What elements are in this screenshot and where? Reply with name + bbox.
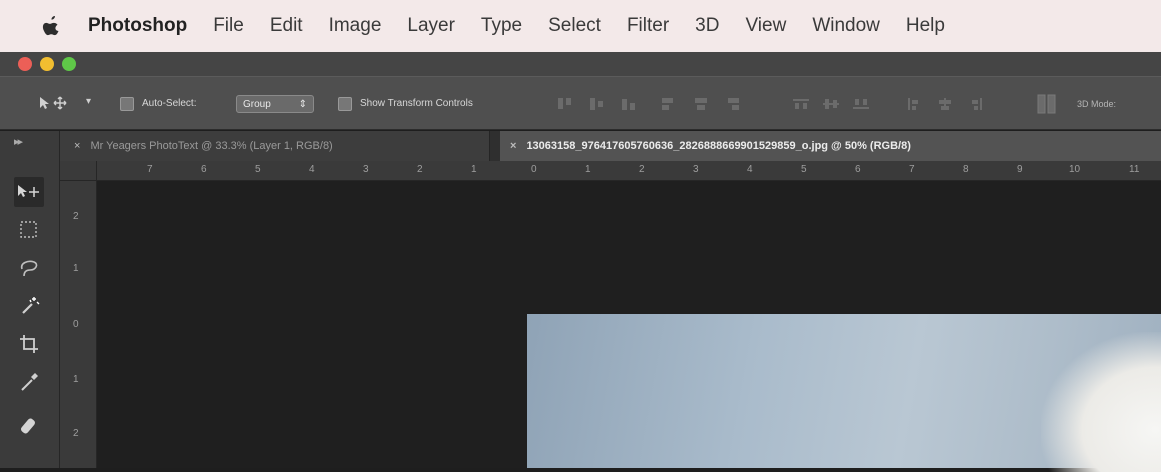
distribute-right-icon[interactable] — [966, 97, 984, 111]
crop-tool[interactable] — [14, 329, 44, 359]
show-transform-checkbox[interactable] — [338, 97, 352, 111]
magic-wand-tool-icon — [22, 297, 40, 314]
horizontal-ruler[interactable]: 7 6 5 4 3 2 1 0 1 2 3 4 5 6 7 8 9 10 11 — [97, 161, 1161, 181]
close-tab-icon[interactable]: × — [74, 140, 80, 152]
menu-image[interactable]: Image — [329, 15, 382, 37]
ruler-origin[interactable] — [60, 161, 97, 181]
distribute-left-icon[interactable] — [906, 97, 924, 111]
magic-wand-tool[interactable] — [14, 291, 44, 321]
align-left-edges-icon[interactable] — [660, 97, 678, 111]
ruler-label: 2 — [73, 428, 79, 439]
distribute-top-icon[interactable] — [792, 97, 810, 111]
document-canvas[interactable] — [97, 181, 1161, 472]
move-tool[interactable] — [14, 177, 44, 207]
menu-3d[interactable]: 3D — [695, 15, 719, 37]
menu-filter[interactable]: Filter — [627, 15, 669, 37]
vertical-ruler[interactable]: 2 1 0 1 2 — [60, 181, 97, 468]
ruler-label: 8 — [963, 164, 969, 175]
distribute-vertical-centers-icon[interactable] — [822, 97, 840, 111]
close-window-button[interactable] — [18, 57, 32, 71]
lasso-tool[interactable] — [14, 253, 44, 283]
menu-file[interactable]: File — [213, 15, 244, 37]
auto-align-layers-icon[interactable] — [1036, 94, 1058, 114]
tab-label: 13063158_976417605760636_282688866990152… — [526, 140, 911, 152]
ruler-label: 7 — [147, 164, 153, 175]
menu-help[interactable]: Help — [906, 15, 945, 37]
window-title-bar — [0, 52, 1161, 76]
auto-select-dropdown[interactable]: Group ⇕ — [236, 95, 314, 113]
ruler-label: 2 — [639, 164, 645, 175]
menu-select[interactable]: Select — [548, 15, 601, 37]
auto-select-value: Group — [243, 98, 271, 110]
ruler-label: 3 — [693, 164, 699, 175]
crop-tool-icon — [20, 335, 38, 353]
eyedropper-tool-icon — [21, 373, 38, 391]
healing-brush-tool-icon — [21, 418, 35, 434]
photo-image[interactable] — [527, 314, 1161, 472]
zoom-window-button[interactable] — [62, 57, 76, 71]
apple-icon[interactable] — [40, 14, 62, 38]
photo-subject — [1041, 332, 1161, 472]
menu-layer[interactable]: Layer — [407, 15, 455, 37]
auto-select-checkbox[interactable] — [120, 97, 134, 111]
eyedropper-tool[interactable] — [14, 367, 44, 397]
align-right-edges-icon[interactable] — [724, 97, 742, 111]
document-tabs: × Mr Yeagers PhotoText @ 33.3% (Layer 1,… — [60, 131, 1161, 162]
ruler-label: 2 — [417, 164, 423, 175]
ruler-label: 1 — [73, 374, 79, 385]
chevron-down-icon[interactable]: ▾ — [86, 96, 94, 112]
align-vertical-centers-icon[interactable] — [588, 97, 606, 111]
menu-view[interactable]: View — [745, 15, 786, 37]
ruler-label: 10 — [1069, 164, 1081, 175]
ruler-label: 5 — [255, 164, 261, 175]
marquee-tool-icon — [20, 221, 37, 238]
show-transform-label: Show Transform Controls — [360, 98, 473, 109]
ruler-label: 1 — [73, 263, 79, 274]
tab-mr-yeagers-phototext[interactable]: × Mr Yeagers PhotoText @ 33.3% (Layer 1,… — [60, 131, 490, 161]
ruler-label: 3 — [363, 164, 369, 175]
move-tool-preset-icon[interactable] — [38, 95, 72, 111]
ruler-label: 7 — [909, 164, 915, 175]
healing-brush-tool[interactable] — [14, 411, 44, 441]
panel-collapse-icon[interactable]: ▸▸ — [14, 135, 23, 148]
ruler-label: 4 — [309, 164, 315, 175]
menu-type[interactable]: Type — [481, 15, 522, 37]
ruler-label: 2 — [73, 211, 79, 222]
menu-edit[interactable]: Edit — [270, 15, 303, 37]
lasso-tool-icon — [20, 260, 38, 277]
menu-photoshop[interactable]: Photoshop — [88, 15, 187, 37]
options-bar: ▾ Auto-Select: Group ⇕ Show Transform Co… — [0, 76, 1161, 130]
tab-label: Mr Yeagers PhotoText @ 33.3% (Layer 1, R… — [90, 140, 333, 152]
ruler-label: 1 — [585, 164, 591, 175]
dropdown-arrows-icon: ⇕ — [298, 98, 307, 110]
ruler-label: 6 — [201, 164, 207, 175]
menu-window[interactable]: Window — [812, 15, 880, 37]
tools-panel: ▸▸ — [0, 131, 60, 468]
close-tab-icon[interactable]: × — [510, 140, 516, 152]
tab-active-photo[interactable]: × 13063158_976417605760636_2826888669901… — [500, 131, 1161, 161]
3d-mode-label: 3D Mode: — [1077, 99, 1117, 109]
align-horizontal-centers-icon[interactable] — [692, 97, 710, 111]
align-top-edges-icon[interactable] — [556, 97, 574, 111]
ruler-label: 1 — [471, 164, 477, 175]
move-tool-icon — [18, 185, 39, 197]
ruler-label: 9 — [1017, 164, 1023, 175]
ruler-label: 6 — [855, 164, 861, 175]
minimize-window-button[interactable] — [40, 57, 54, 71]
distribute-horizontal-centers-icon[interactable] — [936, 97, 954, 111]
ruler-label: 0 — [531, 164, 537, 175]
marquee-tool[interactable] — [14, 215, 44, 245]
distribute-bottom-icon[interactable] — [852, 97, 870, 111]
ruler-label: 5 — [801, 164, 807, 175]
auto-select-label: Auto-Select: — [142, 98, 197, 109]
ruler-label: 11 — [1129, 164, 1140, 175]
ruler-label: 0 — [73, 319, 79, 330]
align-bottom-edges-icon[interactable] — [620, 97, 638, 111]
ruler-label: 4 — [747, 164, 753, 175]
mac-menu-bar: Photoshop File Edit Image Layer Type Sel… — [0, 0, 1161, 52]
